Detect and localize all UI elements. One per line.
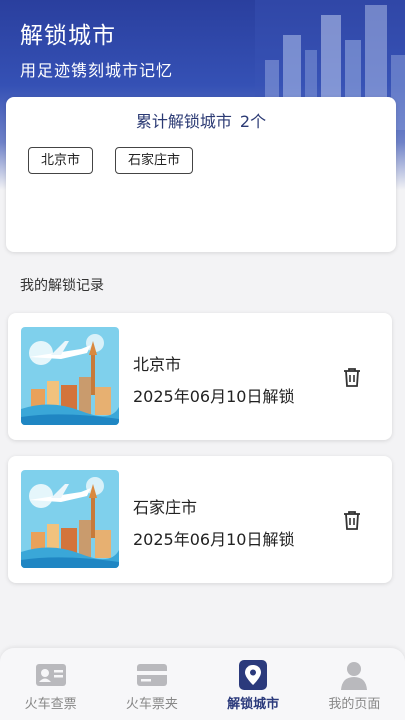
trash-icon[interactable] bbox=[340, 508, 364, 532]
person-icon bbox=[341, 662, 368, 690]
page-subtitle: 用足迹镌刻城市记忆 bbox=[20, 61, 174, 80]
tab-train-ticket-wallet[interactable]: 火车票夹 bbox=[101, 648, 202, 720]
tab-label: 火车查票 bbox=[24, 697, 77, 712]
summary-title: 累计解锁城市 2个 bbox=[6, 108, 396, 132]
city-tag-shijiazhuang[interactable]: 石家庄市 bbox=[115, 147, 194, 174]
tab-label: 我的页面 bbox=[328, 697, 381, 712]
unlocked-summary-card: 累计解锁城市 2个 北京市 石家庄市 bbox=[6, 97, 396, 252]
tab-unlock-city[interactable]: 解锁城市 bbox=[203, 648, 304, 720]
city-tag-list: 北京市 石家庄市 bbox=[28, 147, 194, 174]
trash-icon[interactable] bbox=[340, 365, 364, 389]
summary-count: 2个 bbox=[239, 112, 267, 131]
travel-thumbnail-image bbox=[21, 470, 119, 568]
tab-label: 解锁城市 bbox=[227, 697, 280, 712]
summary-title-label: 累计解锁城市 bbox=[135, 112, 232, 131]
tab-train-ticket-search[interactable]: 火车查票 bbox=[0, 648, 101, 720]
id-card-icon bbox=[35, 664, 66, 686]
tab-label: 火车票夹 bbox=[125, 697, 178, 712]
bottom-tab-bar: 火车查票 火车票夹 解锁城市 我的页面 bbox=[0, 648, 405, 720]
record-unlock-date: 2025年06月10日解锁 bbox=[133, 387, 295, 406]
record-city-name: 北京市 bbox=[133, 355, 182, 374]
records-section-label: 我的解锁记录 bbox=[20, 278, 104, 294]
city-tag-beijing[interactable]: 北京市 bbox=[28, 147, 94, 174]
record-unlock-date: 2025年06月10日解锁 bbox=[133, 530, 295, 549]
ticket-wallet-icon bbox=[136, 664, 167, 686]
travel-thumbnail-image bbox=[21, 327, 119, 425]
record-card[interactable]: 石家庄市 2025年06月10日解锁 bbox=[8, 456, 392, 583]
page-title: 解锁城市 bbox=[20, 23, 116, 49]
tab-my-page[interactable]: 我的页面 bbox=[304, 648, 405, 720]
location-pin-icon bbox=[239, 660, 268, 690]
record-city-name: 石家庄市 bbox=[133, 498, 198, 517]
record-card[interactable]: 北京市 2025年06月10日解锁 bbox=[8, 313, 392, 440]
